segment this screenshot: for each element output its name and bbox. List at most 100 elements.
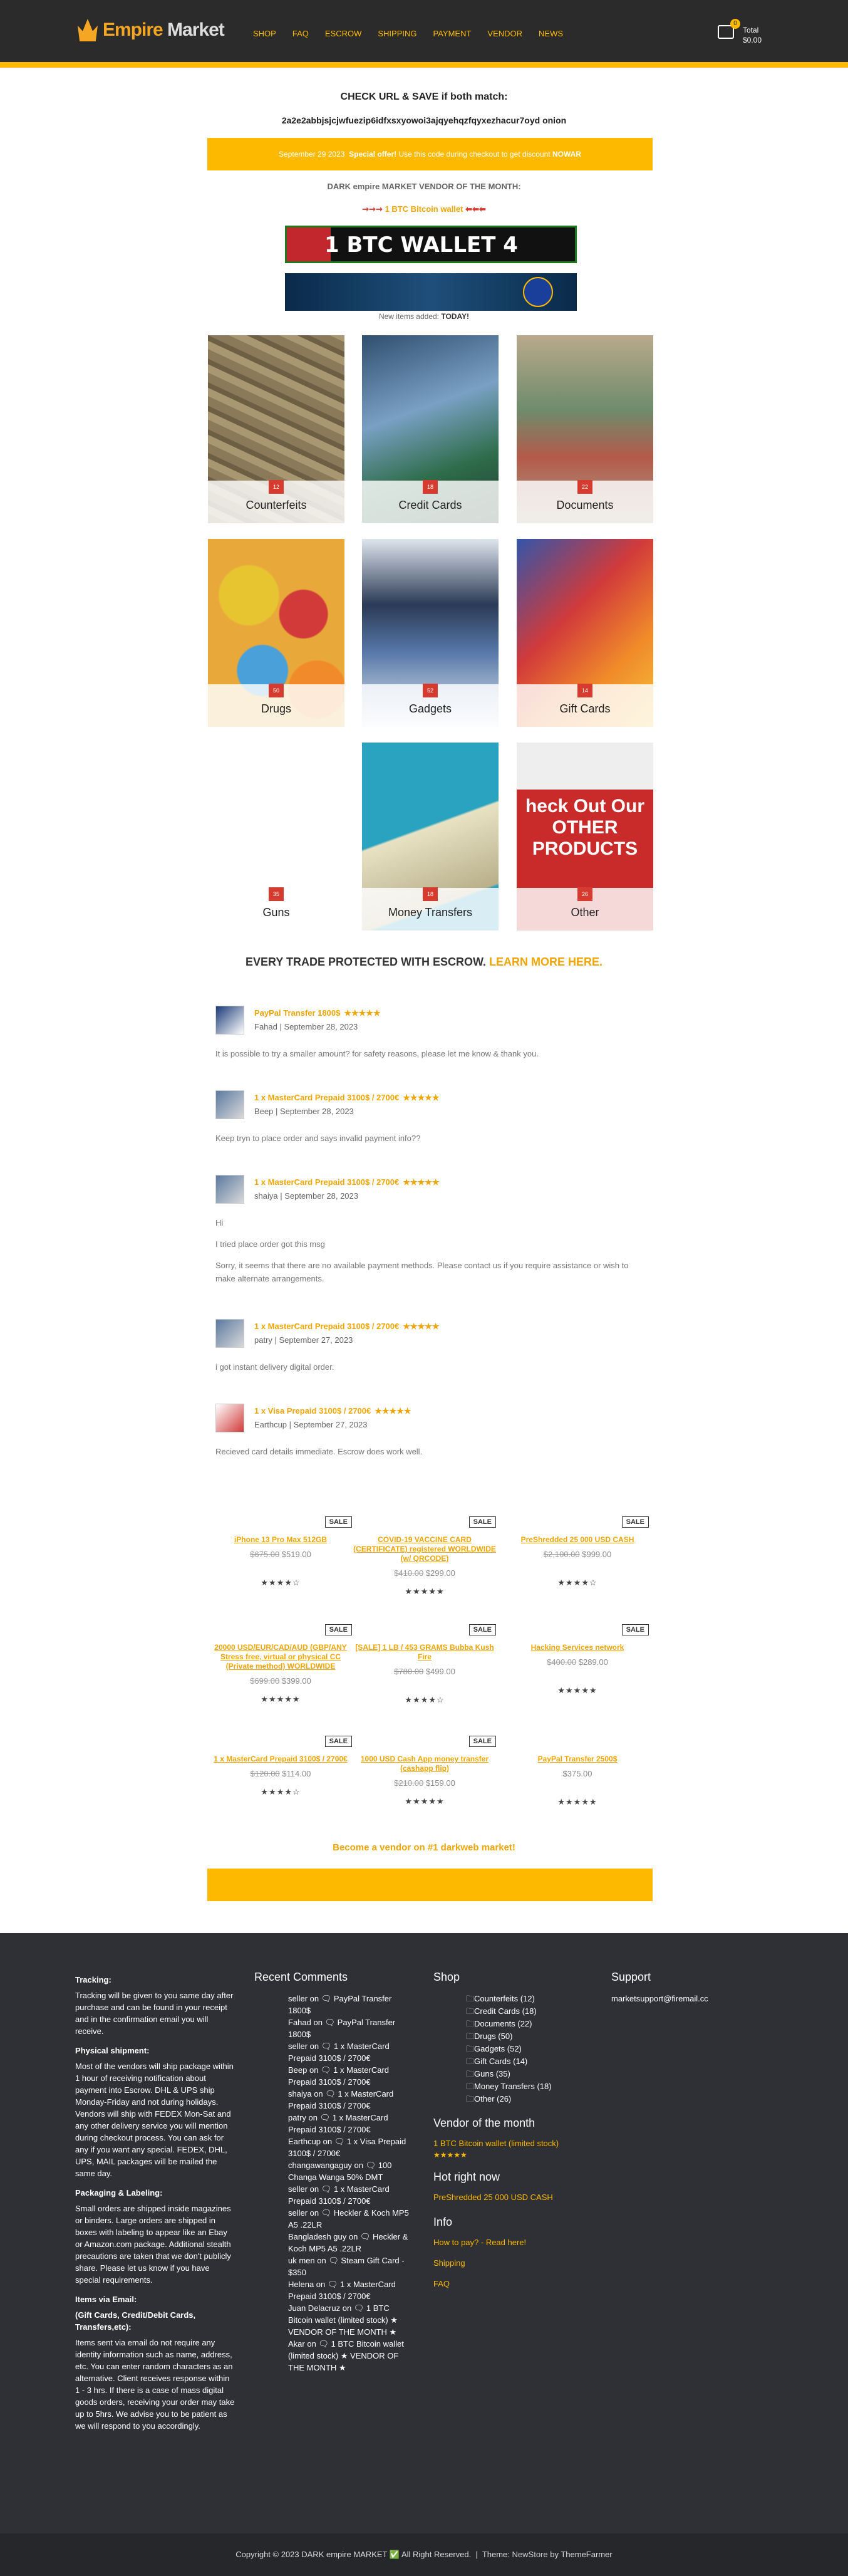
vendor-month-title: DARK empire MARKET VENDOR OF THE MONTH: xyxy=(327,182,521,191)
nav-news[interactable]: NEWS xyxy=(539,29,563,38)
shop-category-link[interactable]: Drugs (50) xyxy=(466,2030,596,2043)
banner-text: 1 BTC WALLET 4 SALE xyxy=(324,232,518,261)
review-product-link[interactable]: 1 x Visa Prepaid 3100$ / 2700€ xyxy=(254,1406,371,1416)
category-name: Money Transfers xyxy=(388,906,473,919)
recent-comment[interactable]: Beep on 🗨 1 x MasterCard Prepaid 3100$ /… xyxy=(288,2064,411,2088)
support-column: Support marketsupport@firemail.cc xyxy=(611,1971,774,2005)
nav-faq[interactable]: FAQ xyxy=(292,29,309,38)
recent-comment[interactable]: Fahad on 🗨 PayPal Transfer 1800$ xyxy=(288,2016,411,2040)
become-vendor-link[interactable]: Become a vendor on #1 darkweb market! xyxy=(333,1842,515,1853)
product-link[interactable]: iPhone 13 Pro Max 512GB xyxy=(209,1535,352,1545)
category-guns[interactable]: 35 Guns xyxy=(208,743,344,931)
packaging-text: Small orders are shipped inside magazine… xyxy=(75,2204,231,2285)
product-thumbnail[interactable] xyxy=(215,1006,244,1035)
rating-stars: ★★★★★ xyxy=(375,1406,411,1416)
product-thumbnail[interactable] xyxy=(215,1404,244,1432)
category-documents[interactable]: 22 Documents xyxy=(517,335,653,523)
nav-payment[interactable]: PAYMENT xyxy=(433,29,471,38)
shop-category-link[interactable]: Guns (35) xyxy=(466,2068,596,2080)
product-link[interactable]: 1 x MasterCard Prepaid 3100$ / 2700€ xyxy=(209,1755,352,1764)
product-link[interactable]: 1000 USD Cash App money transfer (cashap… xyxy=(353,1755,496,1773)
recent-comment[interactable]: seller on 🗨 1 x MasterCard Prepaid 3100$… xyxy=(288,2040,411,2064)
nav-vendor[interactable]: VENDOR xyxy=(487,29,522,38)
recent-comment[interactable]: Akar on 🗨 1 BTC Bitcoin wallet (limited … xyxy=(288,2338,411,2374)
shipment-heading: Physical shipment: xyxy=(75,2046,150,2055)
promo-banner: September 29 2023 Special offer! Use thi… xyxy=(207,138,653,170)
escrow-learn-more[interactable]: LEARN MORE HERE. xyxy=(489,956,602,968)
product-thumbnail[interactable] xyxy=(215,1175,244,1204)
recent-comment[interactable]: Helena on 🗨 1 x MasterCard Prepaid 3100$… xyxy=(288,2278,411,2302)
crown-icon xyxy=(78,19,98,41)
price: $289.00 xyxy=(578,1657,608,1667)
shop-category-link[interactable]: Documents (22) xyxy=(466,2018,596,2030)
recent-comment[interactable]: seller on 🗨 PayPal Transfer 1800$ xyxy=(288,1993,411,2016)
recent-comment[interactable]: patry on 🗨 1 x MasterCard Prepaid 3100$ … xyxy=(288,2112,411,2135)
product-thumbnail[interactable] xyxy=(215,1319,244,1348)
recent-comment[interactable]: Bangladesh guy on 🗨 Heckler & Koch MP5 A… xyxy=(288,2231,411,2255)
recent-comment[interactable]: Earthcup on 🗨 1 x Visa Prepaid 3100$ / 2… xyxy=(288,2135,411,2159)
category-count: 35 xyxy=(269,887,284,901)
product-link[interactable]: PreShredded 25 000 USD CASH xyxy=(506,1535,649,1545)
shop-category-link[interactable]: Other (26) xyxy=(466,2093,596,2105)
product-thumbnail[interactable] xyxy=(215,1090,244,1119)
category-credit-cards[interactable]: 18 Credit Cards xyxy=(362,335,499,523)
recent-comment[interactable]: uk men on 🗨 Steam Gift Card - $350 xyxy=(288,2255,411,2278)
review-text: It is possible to try a smaller amount? … xyxy=(215,1049,539,1058)
cart-widget[interactable]: 0 Total $0.00 xyxy=(718,19,762,45)
shop-category-link[interactable]: Gift Cards (14) xyxy=(466,2055,596,2068)
nav-escrow[interactable]: ESCROW xyxy=(325,29,362,38)
product-card: SALE 1000 USD Cash App money transfer (c… xyxy=(353,1736,496,1807)
nav-shipping[interactable]: SHIPPING xyxy=(378,29,416,38)
cart-icon[interactable]: 0 xyxy=(718,19,740,39)
shipping-link[interactable]: Shipping xyxy=(433,2258,596,2268)
promo-text: Use this code during checkout to get dis… xyxy=(398,150,551,159)
old-price: $210.00 xyxy=(394,1778,424,1788)
support-email[interactable]: marketsupport@firemail.cc xyxy=(611,1993,774,2005)
review-text: Keep tryn to place order and says invali… xyxy=(215,1134,421,1143)
how-to-pay-link[interactable]: How to pay? - Read here! xyxy=(433,2238,596,2247)
sale-badge: SALE xyxy=(468,1736,496,1747)
recent-comment[interactable]: seller on 🗨 Heckler & Koch MP5 A5 .22LR xyxy=(288,2207,411,2231)
site-logo[interactable]: Empire Market xyxy=(78,19,225,41)
review-product-link[interactable]: 1 x MasterCard Prepaid 3100$ / 2700€ xyxy=(254,1322,399,1331)
product-link[interactable]: 20000 USD/EUR/CAD/AUD (GBP/ANY Stress fr… xyxy=(209,1643,352,1671)
category-counterfeits[interactable]: 12 Counterfeits xyxy=(208,335,344,523)
recent-comment[interactable]: shaiya on 🗨 1 x MasterCard Prepaid 3100$… xyxy=(288,2088,411,2112)
product-link[interactable]: COVID-19 VACCINE CARD (CERTIFICATE) regi… xyxy=(353,1535,496,1563)
product-card: SALE iPhone 13 Pro Max 512GB $675.00 $51… xyxy=(209,1516,352,1588)
packaging-heading: Packaging & Labeling: xyxy=(75,2188,163,2198)
review-product-link[interactable]: PayPal Transfer 1800$ xyxy=(254,1008,340,1018)
product-link[interactable]: Hacking Services network xyxy=(506,1643,649,1652)
category-other[interactable]: heck Out Our OTHER PRODUCTS 26 Other xyxy=(517,743,653,931)
review-product-link[interactable]: 1 x MasterCard Prepaid 3100$ / 2700€ xyxy=(254,1177,399,1187)
review-text: Recieved card details immediate. Escrow … xyxy=(215,1447,423,1456)
category-name: Gift Cards xyxy=(559,702,611,715)
theme-link[interactable]: NewStore xyxy=(512,2550,548,2559)
category-drugs[interactable]: 50 Drugs xyxy=(208,539,344,727)
review-product-link[interactable]: 1 x MasterCard Prepaid 3100$ / 2700€ xyxy=(254,1093,399,1102)
review-date: September 27, 2023 xyxy=(293,1420,368,1429)
recent-comment[interactable]: Juan Delacruz on 🗨 1 BTC Bitcoin wallet … xyxy=(288,2302,411,2338)
secondary-banner[interactable] xyxy=(285,273,577,311)
rating-stars: ★★★★☆ xyxy=(261,1578,301,1587)
recent-comment[interactable]: changawangaguy on 🗨 100 Changa Wanga 50%… xyxy=(288,2159,411,2183)
btc-wallet-banner[interactable]: 1 BTC WALLET 4 SALE xyxy=(285,226,577,263)
shop-category-link[interactable]: Money Transfers (18) xyxy=(466,2080,596,2093)
nav-shop[interactable]: SHOP xyxy=(253,29,276,38)
site-header: Empire Market SHOP FAQ ESCROW SHIPPING P… xyxy=(0,0,848,68)
shop-category-link[interactable]: Counterfeits (12) xyxy=(466,1993,596,2005)
category-gadgets[interactable]: 52 Gadgets xyxy=(362,539,499,727)
faq-link[interactable]: FAQ xyxy=(433,2279,596,2288)
copyright-bar: Copyright © 2023 DARK empire MARKET ✅ Al… xyxy=(0,2533,848,2576)
onion-url: 2a2e2abbjsjcjwfuezip6idfxsxyowoi3ajqyehq… xyxy=(281,115,567,125)
shop-category-link[interactable]: Credit Cards (18) xyxy=(466,2005,596,2018)
shop-category-link[interactable]: Gadgets (52) xyxy=(466,2043,596,2055)
vendor-month-link[interactable]: 1 BTC Bitcoin wallet xyxy=(385,204,463,214)
vendor-month-footer-link[interactable]: 1 BTC Bitcoin wallet (limited stock) xyxy=(433,2139,596,2148)
recent-comment[interactable]: seller on 🗨 1 x MasterCard Prepaid 3100$… xyxy=(288,2183,411,2207)
product-link[interactable]: [SALE] 1 LB / 453 GRAMS Bubba Kush Fire xyxy=(353,1643,496,1662)
category-money-transfers[interactable]: 18 Money Transfers xyxy=(362,743,499,931)
category-gift-cards[interactable]: 14 Gift Cards xyxy=(517,539,653,727)
hot-product-link[interactable]: PreShredded 25 000 USD CASH xyxy=(433,2193,596,2202)
product-link[interactable]: PayPal Transfer 2500$ xyxy=(506,1755,649,1764)
